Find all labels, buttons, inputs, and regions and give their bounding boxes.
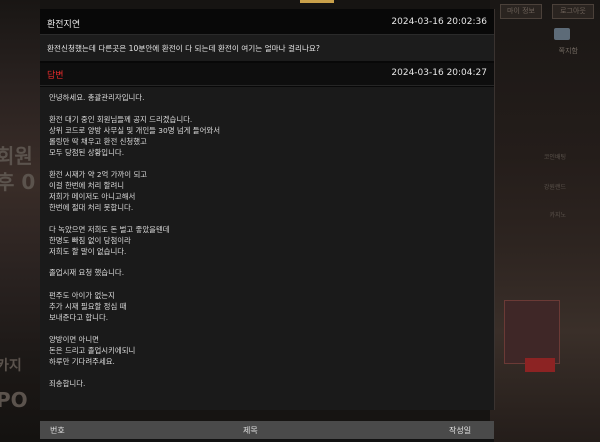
background-text: 강원랜드 [543, 184, 566, 191]
column-header-title[interactable]: 제목 [243, 425, 258, 436]
post-question-row: 환전신청했는데 다른곳은 10분안에 환전이 다 되는데 환전이 여기는 얼마나… [40, 35, 494, 61]
board-table-header: 번호 제목 작성일 [40, 421, 494, 439]
post-question: 환전신청했는데 다른곳은 10분안에 환전이 다 되는데 환전이 여기는 얼마나… [47, 44, 320, 53]
reply-date: 2024-03-16 20:04:27 [391, 68, 487, 78]
reply-line: 한명도 빠짐 없이 당첨이라 [49, 236, 131, 245]
reply-line: 모두 당첨된 상황입니다. [49, 148, 125, 157]
background-logout-button: 로그아웃 [552, 4, 594, 19]
column-header-date[interactable]: 작성일 [449, 425, 471, 436]
reply-line: 저희도 할 말이 없습니다. [49, 247, 127, 256]
reply-body: 안녕하세요. 총괄관리자입니다. 환전 대기 중인 회원님들께 공지 드리겠습니… [40, 87, 494, 410]
background-right-panel: 마이 정보 로그아웃 쪽지함 코인배팅 강원랜드 카지노 [490, 0, 600, 442]
post-date: 2024-03-16 20:02:36 [391, 17, 487, 27]
background-text: 후 0 [0, 170, 36, 194]
reply-line: 죄송합니다. [49, 379, 86, 388]
message-icon [554, 28, 570, 40]
reply-line: 펀주도 아이가 없는지 [49, 291, 115, 300]
background-left-panel: 회원 후 0 카지 PO [0, 0, 40, 442]
background-text: PO [0, 388, 28, 412]
reply-line: 하루만 기다려주세요. [49, 357, 115, 366]
reply-title: 답변 [47, 71, 64, 81]
reply-line: 안녕하세요. 총괄관리자입니다. [49, 93, 145, 102]
reply-line: 다 녹았으면 저희도 돈 벌고 좋았을텐데 [49, 225, 170, 234]
reply-line: 양방이면 아니면 [49, 335, 99, 344]
reply-line: 돈은 드리고 졸업시키에되니 [49, 346, 136, 355]
reply-line: 환전 대기 중인 회원님들께 공지 드리겠습니다. [49, 115, 193, 124]
background-mypage-button: 마이 정보 [500, 4, 542, 19]
post-title: 환전지연 [47, 20, 81, 30]
reply-line: 상위 코드로 양방 사무실 및 개인들 30명 넘게 들어와서 [49, 126, 220, 135]
post-detail-modal: 환전지연 2024-03-16 20:02:36 환전신청했는데 다른곳은 10… [40, 9, 495, 410]
top-accent-bar [300, 0, 334, 3]
background-text: 회원 [0, 144, 33, 168]
reply-line: 롤링만 딱 채우고 환전 신청했고 [49, 137, 147, 146]
reply-line: 보내준다고 합니다. [49, 313, 109, 322]
background-icon-label: 쪽지함 [558, 47, 578, 55]
reply-line: 이걸 한번에 처리 할려니 [49, 181, 125, 190]
reply-line: 환전 시재가 약 2억 가까이 되고 [49, 170, 148, 179]
background-text: 코인배팅 [543, 154, 566, 161]
background-promo-card [504, 300, 560, 364]
reply-line: 저희가 메이저도 아니고해서 [49, 192, 136, 201]
background-text: 카지 [0, 358, 22, 374]
reply-line: 한번에 절대 처리 못합니다. [49, 203, 134, 212]
post-header: 환전지연 2024-03-16 20:02:36 [40, 12, 494, 35]
reply-line: 추가 시재 필요할 정심 때 [49, 302, 127, 311]
column-header-number[interactable]: 번호 [50, 425, 65, 436]
reply-header: 답변 2024-03-16 20:04:27 [40, 63, 494, 86]
reply-line: 졸업시재 요청 했습니다. [49, 268, 125, 277]
background-promo-badge [525, 358, 555, 372]
background-text: 카지노 [549, 212, 566, 219]
